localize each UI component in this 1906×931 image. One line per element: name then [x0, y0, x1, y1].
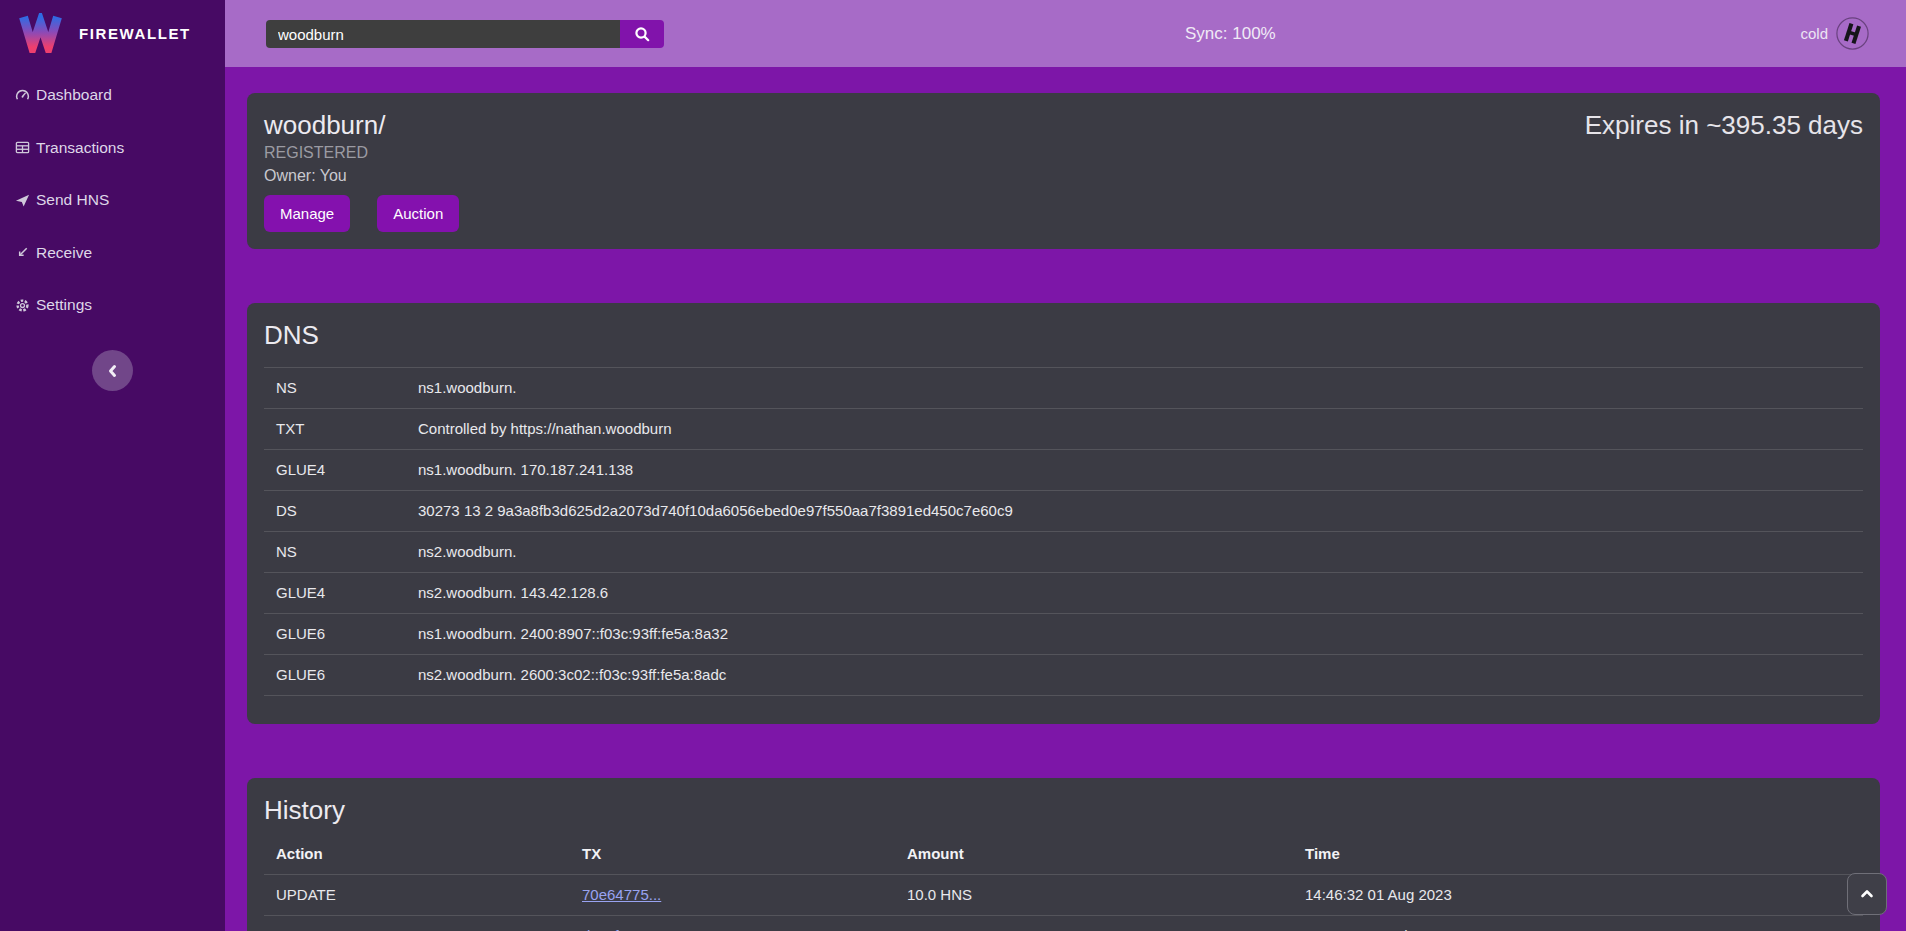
transactions-icon	[15, 140, 30, 156]
sidebar-item-send-hns[interactable]: Send HNS	[0, 174, 225, 227]
sidebar-item-dashboard[interactable]: Dashboard	[0, 69, 225, 122]
dns-title: DNS	[264, 320, 1863, 351]
dns-record-type: GLUE6	[264, 614, 406, 655]
auction-button[interactable]: Auction	[377, 195, 459, 232]
domain-owner: Owner: You	[264, 166, 459, 185]
chevron-up-icon	[1860, 887, 1874, 901]
wallet-mode-label: cold	[1800, 25, 1828, 42]
sidebar-item-label: Settings	[36, 296, 92, 314]
dns-record-row: DS 30273 13 2 9a3a8fb3d625d2a2073d740f10…	[264, 491, 1863, 532]
sidebar-nav: Dashboard Transactions Send HNS	[0, 69, 225, 332]
brand: FIREWALLET	[0, 0, 225, 53]
dns-record-value: ns2.woodburn. 2600:3c02::f03c:93ff:fe5a:…	[406, 655, 1863, 696]
domain-status: REGISTERED	[264, 143, 459, 162]
history-col-tx: TX	[570, 834, 895, 875]
history-table: Action TX Amount Time UPDATE 70e64775...…	[264, 834, 1863, 931]
history-time: 14:46:32 01 Aug 2023	[1293, 875, 1863, 916]
history-card: History Action TX Amount Time UPDATE 70e…	[247, 778, 1880, 931]
dns-card: DNS NS ns1.woodburn. TXT Controlled by h…	[247, 303, 1880, 724]
history-col-action: Action	[264, 834, 570, 875]
dns-record-type: GLUE4	[264, 450, 406, 491]
dns-record-type: NS	[264, 532, 406, 573]
sidebar-item-label: Dashboard	[36, 86, 112, 104]
firewallet-logo-icon	[18, 13, 63, 53]
dns-record-row: GLUE4 ns2.woodburn. 143.42.128.6	[264, 573, 1863, 614]
domain-card: woodburn/ REGISTERED Owner: You Manage A…	[247, 93, 1880, 249]
dns-record-value: Controlled by https://nathan.woodburn	[406, 409, 1863, 450]
dns-record-row: NS ns1.woodburn.	[264, 368, 1863, 409]
domain-name: woodburn/	[264, 110, 459, 141]
history-action: UPDATE	[264, 875, 570, 916]
sidebar-item-label: Send HNS	[36, 191, 109, 209]
dns-record-value: ns1.woodburn.	[406, 368, 1863, 409]
sidebar-item-receive[interactable]: Receive	[0, 227, 225, 280]
gear-icon	[15, 297, 30, 313]
wallet-indicator: cold	[1800, 0, 1869, 67]
chevron-left-icon	[105, 363, 121, 379]
dns-record-value: 30273 13 2 9a3a8fb3d625d2a2073d740f10da6…	[406, 491, 1863, 532]
dns-record-type: TXT	[264, 409, 406, 450]
history-title: History	[264, 795, 1863, 826]
main-content: woodburn/ REGISTERED Owner: You Manage A…	[225, 67, 1906, 931]
dns-record-row: TXT Controlled by https://nathan.woodbur…	[264, 409, 1863, 450]
search-input[interactable]	[266, 20, 620, 48]
dns-table: NS ns1.woodburn. TXT Controlled by https…	[264, 367, 1863, 696]
dns-record-value: ns1.woodburn. 2400:8907::f03c:93ff:fe5a:…	[406, 614, 1863, 655]
domain-expires: Expires in ~395.35 days	[1585, 110, 1863, 141]
search-icon	[634, 26, 651, 43]
history-action: REVEAL	[264, 916, 570, 931]
dns-record-type: DS	[264, 491, 406, 532]
topbar: Sync: 100% cold	[225, 0, 1906, 67]
sidebar-collapse-button[interactable]	[92, 350, 133, 391]
history-col-time: Time	[1293, 834, 1863, 875]
sidebar-item-label: Transactions	[36, 139, 124, 157]
history-time: 15:47:26 07 Jul 2023	[1293, 916, 1863, 931]
dns-record-type: NS	[264, 368, 406, 409]
search-form	[266, 20, 664, 48]
receive-icon	[15, 245, 30, 261]
sidebar: FIREWALLET Dashboard Trans	[0, 0, 225, 931]
dns-record-row: GLUE4 ns1.woodburn. 170.187.241.138	[264, 450, 1863, 491]
dns-record-type: GLUE6	[264, 655, 406, 696]
brand-name: FIREWALLET	[79, 25, 191, 42]
manage-button[interactable]: Manage	[264, 195, 350, 232]
history-row: UPDATE 70e64775... 10.0 HNS 14:46:32 01 …	[264, 875, 1863, 916]
send-icon	[15, 192, 30, 208]
sidebar-item-label: Receive	[36, 244, 92, 262]
tx-link[interactable]: d73cfe2...	[582, 927, 648, 931]
history-row: REVEAL d73cfe2... 10.0 HNS 15:47:26 07 J…	[264, 916, 1863, 931]
dns-record-row: GLUE6 ns2.woodburn. 2600:3c02::f03c:93ff…	[264, 655, 1863, 696]
sidebar-item-transactions[interactable]: Transactions	[0, 122, 225, 175]
tx-link[interactable]: 70e64775...	[582, 886, 661, 903]
dns-record-type: GLUE4	[264, 573, 406, 614]
sidebar-item-settings[interactable]: Settings	[0, 279, 225, 332]
history-amount: 10.0 HNS	[895, 875, 1293, 916]
dns-record-value: ns2.woodburn.	[406, 532, 1863, 573]
handshake-logo-icon	[1836, 17, 1869, 50]
history-amount: 10.0 HNS	[895, 916, 1293, 931]
sync-status: Sync: 100%	[1185, 0, 1276, 67]
dashboard-icon	[15, 87, 30, 103]
history-col-amount: Amount	[895, 834, 1293, 875]
scroll-to-top-button[interactable]	[1847, 873, 1887, 915]
dns-record-row: NS ns2.woodburn.	[264, 532, 1863, 573]
dns-record-row: GLUE6 ns1.woodburn. 2400:8907::f03c:93ff…	[264, 614, 1863, 655]
dns-record-value: ns2.woodburn. 143.42.128.6	[406, 573, 1863, 614]
search-button[interactable]	[620, 20, 664, 48]
dns-record-value: ns1.woodburn. 170.187.241.138	[406, 450, 1863, 491]
